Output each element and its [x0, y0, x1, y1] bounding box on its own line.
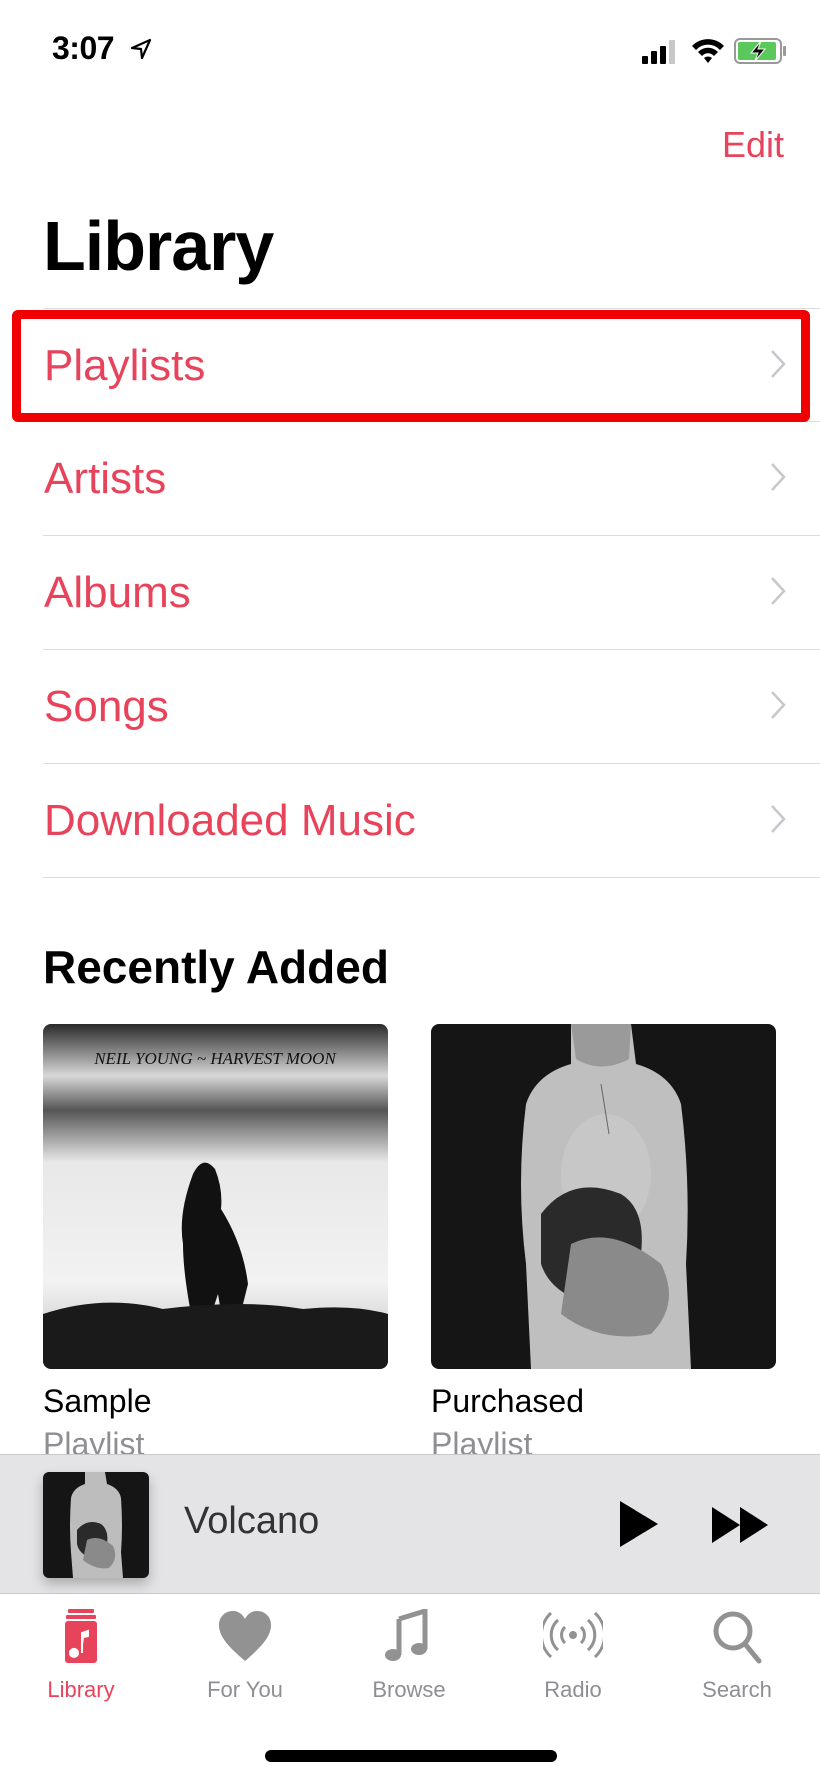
library-item-artists[interactable]: Artists	[43, 422, 820, 536]
home-indicator[interactable]	[265, 1750, 557, 1762]
edit-button[interactable]: Edit	[722, 124, 784, 166]
tab-search[interactable]: Search	[662, 1609, 812, 1709]
tab-bar: Library For You Browse Radio Search	[0, 1595, 820, 1776]
library-item-downloaded-music[interactable]: Downloaded Music	[43, 764, 820, 878]
battery-charging-icon	[734, 38, 786, 64]
library-icon	[65, 1609, 97, 1663]
album-card-sample[interactable]: NEIL YOUNG ~ HARVEST MOON Sample Playlis…	[43, 1024, 388, 1463]
tab-label: Library	[47, 1677, 115, 1702]
library-list: Playlists Artists Albums Songs Downloade…	[0, 308, 820, 878]
tab-label: Browse	[372, 1677, 446, 1702]
recently-added-title: Recently Added	[43, 941, 389, 993]
tab-label: Radio	[544, 1677, 602, 1702]
library-item-label: Albums	[44, 568, 191, 617]
album-name: Sample	[43, 1383, 152, 1419]
chevron-right-icon	[771, 691, 786, 719]
library-item-label: Artists	[44, 454, 167, 503]
library-item-label: Playlists	[44, 341, 206, 390]
chevron-right-icon	[771, 805, 786, 833]
library-item-playlists[interactable]: Playlists	[43, 308, 820, 422]
album-art-songs-of-innocence[interactable]	[431, 1024, 776, 1369]
heart-icon	[219, 1611, 271, 1661]
tab-label: For You	[207, 1677, 283, 1702]
status-time: 3:07	[52, 30, 115, 66]
chevron-right-icon	[771, 577, 786, 605]
wifi-icon	[692, 39, 724, 63]
tab-radio[interactable]: Radio	[498, 1609, 648, 1709]
page-title: Library	[43, 207, 274, 285]
play-icon[interactable]	[618, 1499, 660, 1549]
now-playing-title[interactable]: Volcano	[184, 1500, 319, 1543]
music-note-icon	[385, 1609, 428, 1661]
library-item-albums[interactable]: Albums	[43, 536, 820, 650]
album-card-purchased[interactable]: Purchased Playlist	[431, 1024, 776, 1463]
tab-browse[interactable]: Browse	[334, 1609, 484, 1709]
now-playing-artwork[interactable]	[43, 1472, 149, 1578]
album-art-text: NEIL YOUNG ~ HARVEST MOON	[93, 1049, 337, 1068]
radio-broadcast-icon	[543, 1611, 603, 1659]
cellular-signal-icon	[642, 40, 675, 64]
tab-label: Search	[702, 1677, 772, 1702]
tab-library[interactable]: Library	[6, 1609, 156, 1709]
status-bar: 3:07	[0, 0, 820, 100]
album-name: Purchased	[431, 1383, 584, 1419]
library-item-label: Songs	[44, 682, 169, 731]
library-item-label: Downloaded Music	[44, 796, 416, 845]
tab-for-you[interactable]: For You	[170, 1609, 320, 1709]
fast-forward-icon[interactable]	[710, 1505, 770, 1545]
search-icon	[713, 1611, 762, 1664]
chevron-right-icon	[771, 463, 786, 491]
mini-player[interactable]: Volcano	[0, 1454, 820, 1594]
chevron-right-icon	[771, 350, 786, 378]
library-item-songs[interactable]: Songs	[43, 650, 820, 764]
location-arrow-icon	[130, 38, 152, 60]
album-art-harvest-moon[interactable]: NEIL YOUNG ~ HARVEST MOON	[43, 1024, 388, 1369]
